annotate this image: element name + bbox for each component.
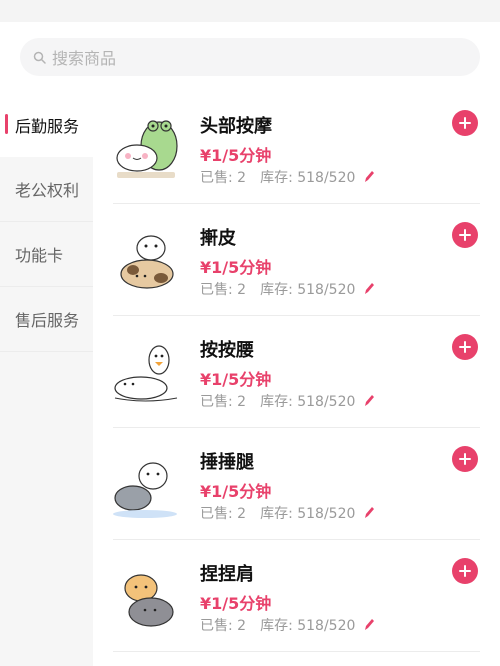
product-name: 按按腰 — [200, 340, 254, 361]
category-sidebar: 后勤服务 老公权利 功能卡 售后服务 — [0, 92, 93, 666]
plus-icon — [459, 229, 471, 241]
sold-count: 已售: 2 — [200, 394, 247, 410]
list-item[interactable]: 捶捶腿 ¥1/5分钟 已售: 2 库存: 518/520 — [93, 428, 500, 540]
duck-massaging-cat-sticker-image — [114, 345, 178, 402]
product-price: ¥1/5分钟 — [200, 258, 272, 277]
cats-shoulder-rub-sticker-image — [124, 574, 174, 627]
stock-count: 库存: 518/520 — [260, 282, 356, 298]
stock-count: 库存: 518/520 — [260, 170, 356, 186]
sold-count: 已售: 2 — [200, 506, 247, 522]
sidebar-item-label: 老公权利 — [15, 181, 80, 200]
plus-icon — [459, 565, 471, 577]
sidebar-item-after-sales[interactable]: 售后服务 — [0, 287, 93, 352]
plus-icon — [459, 453, 471, 465]
search-bar-area: 搜索商品 — [0, 22, 500, 92]
status-strip — [0, 0, 500, 22]
product-name: 搟皮 — [200, 228, 236, 249]
sidebar-item-husband-rights[interactable]: 老公权利 — [0, 157, 93, 222]
stock-count: 库存: 518/520 — [260, 506, 356, 522]
frog-and-cat-sticker-image — [116, 120, 178, 178]
product-meta: 已售: 2 库存: 518/520 — [200, 391, 375, 411]
product-name: 头部按摩 — [200, 116, 272, 137]
product-price: ¥1/5分钟 — [200, 146, 272, 165]
pencil-icon[interactable] — [363, 170, 375, 184]
add-to-cart-button[interactable] — [452, 110, 478, 136]
add-to-cart-button[interactable] — [452, 558, 478, 584]
cat-pounding-legs-sticker-image — [113, 462, 177, 518]
product-name: 捏捏肩 — [200, 564, 254, 585]
sold-count: 已售: 2 — [200, 618, 247, 634]
cats-rolling-sticker-image — [120, 235, 174, 289]
product-price: ¥1/5分钟 — [200, 594, 272, 613]
sidebar-item-logistics[interactable]: 后勤服务 — [0, 92, 93, 157]
search-icon — [32, 50, 46, 64]
list-item[interactable]: 头部按摩 ¥1/5分钟 已售: 2 库存: 518/520 — [93, 92, 500, 204]
list-item[interactable]: 搟皮 ¥1/5分钟 已售: 2 库存: 518/520 — [93, 204, 500, 316]
plus-icon — [459, 117, 471, 129]
sold-count: 已售: 2 — [200, 282, 247, 298]
pencil-icon[interactable] — [363, 618, 375, 632]
stock-count: 库存: 518/520 — [260, 394, 356, 410]
product-price: ¥1/5分钟 — [200, 482, 272, 501]
search-input[interactable]: 搜索商品 — [20, 38, 480, 76]
add-to-cart-button[interactable] — [452, 334, 478, 360]
search-placeholder: 搜索商品 — [52, 49, 117, 68]
product-meta: 已售: 2 库存: 518/520 — [200, 279, 375, 299]
product-meta: 已售: 2 库存: 518/520 — [200, 167, 375, 187]
pencil-icon[interactable] — [363, 394, 375, 408]
product-name: 捶捶腿 — [200, 452, 254, 473]
sidebar-item-label: 后勤服务 — [15, 116, 80, 136]
sold-count: 已售: 2 — [200, 170, 247, 186]
sidebar-item-function-card[interactable]: 功能卡 — [0, 222, 93, 287]
plus-icon — [459, 341, 471, 353]
add-to-cart-button[interactable] — [452, 222, 478, 248]
product-meta: 已售: 2 库存: 518/520 — [200, 503, 375, 523]
sidebar-item-label: 功能卡 — [15, 246, 64, 265]
sidebar-item-label: 售后服务 — [15, 311, 80, 330]
stock-count: 库存: 518/520 — [260, 618, 356, 634]
list-item[interactable]: 捏捏肩 ¥1/5分钟 已售: 2 库存: 518/520 — [93, 540, 500, 652]
add-to-cart-button[interactable] — [452, 446, 478, 472]
pencil-icon[interactable] — [363, 282, 375, 296]
product-price: ¥1/5分钟 — [200, 370, 272, 389]
list-item[interactable]: 按按腰 ¥1/5分钟 已售: 2 库存: 518/520 — [93, 316, 500, 428]
product-list: 头部按摩 ¥1/5分钟 已售: 2 库存: 518/520 搟皮 ¥1/5分钟 … — [93, 92, 500, 666]
pencil-icon[interactable] — [363, 506, 375, 520]
product-meta: 已售: 2 库存: 518/520 — [200, 615, 375, 635]
